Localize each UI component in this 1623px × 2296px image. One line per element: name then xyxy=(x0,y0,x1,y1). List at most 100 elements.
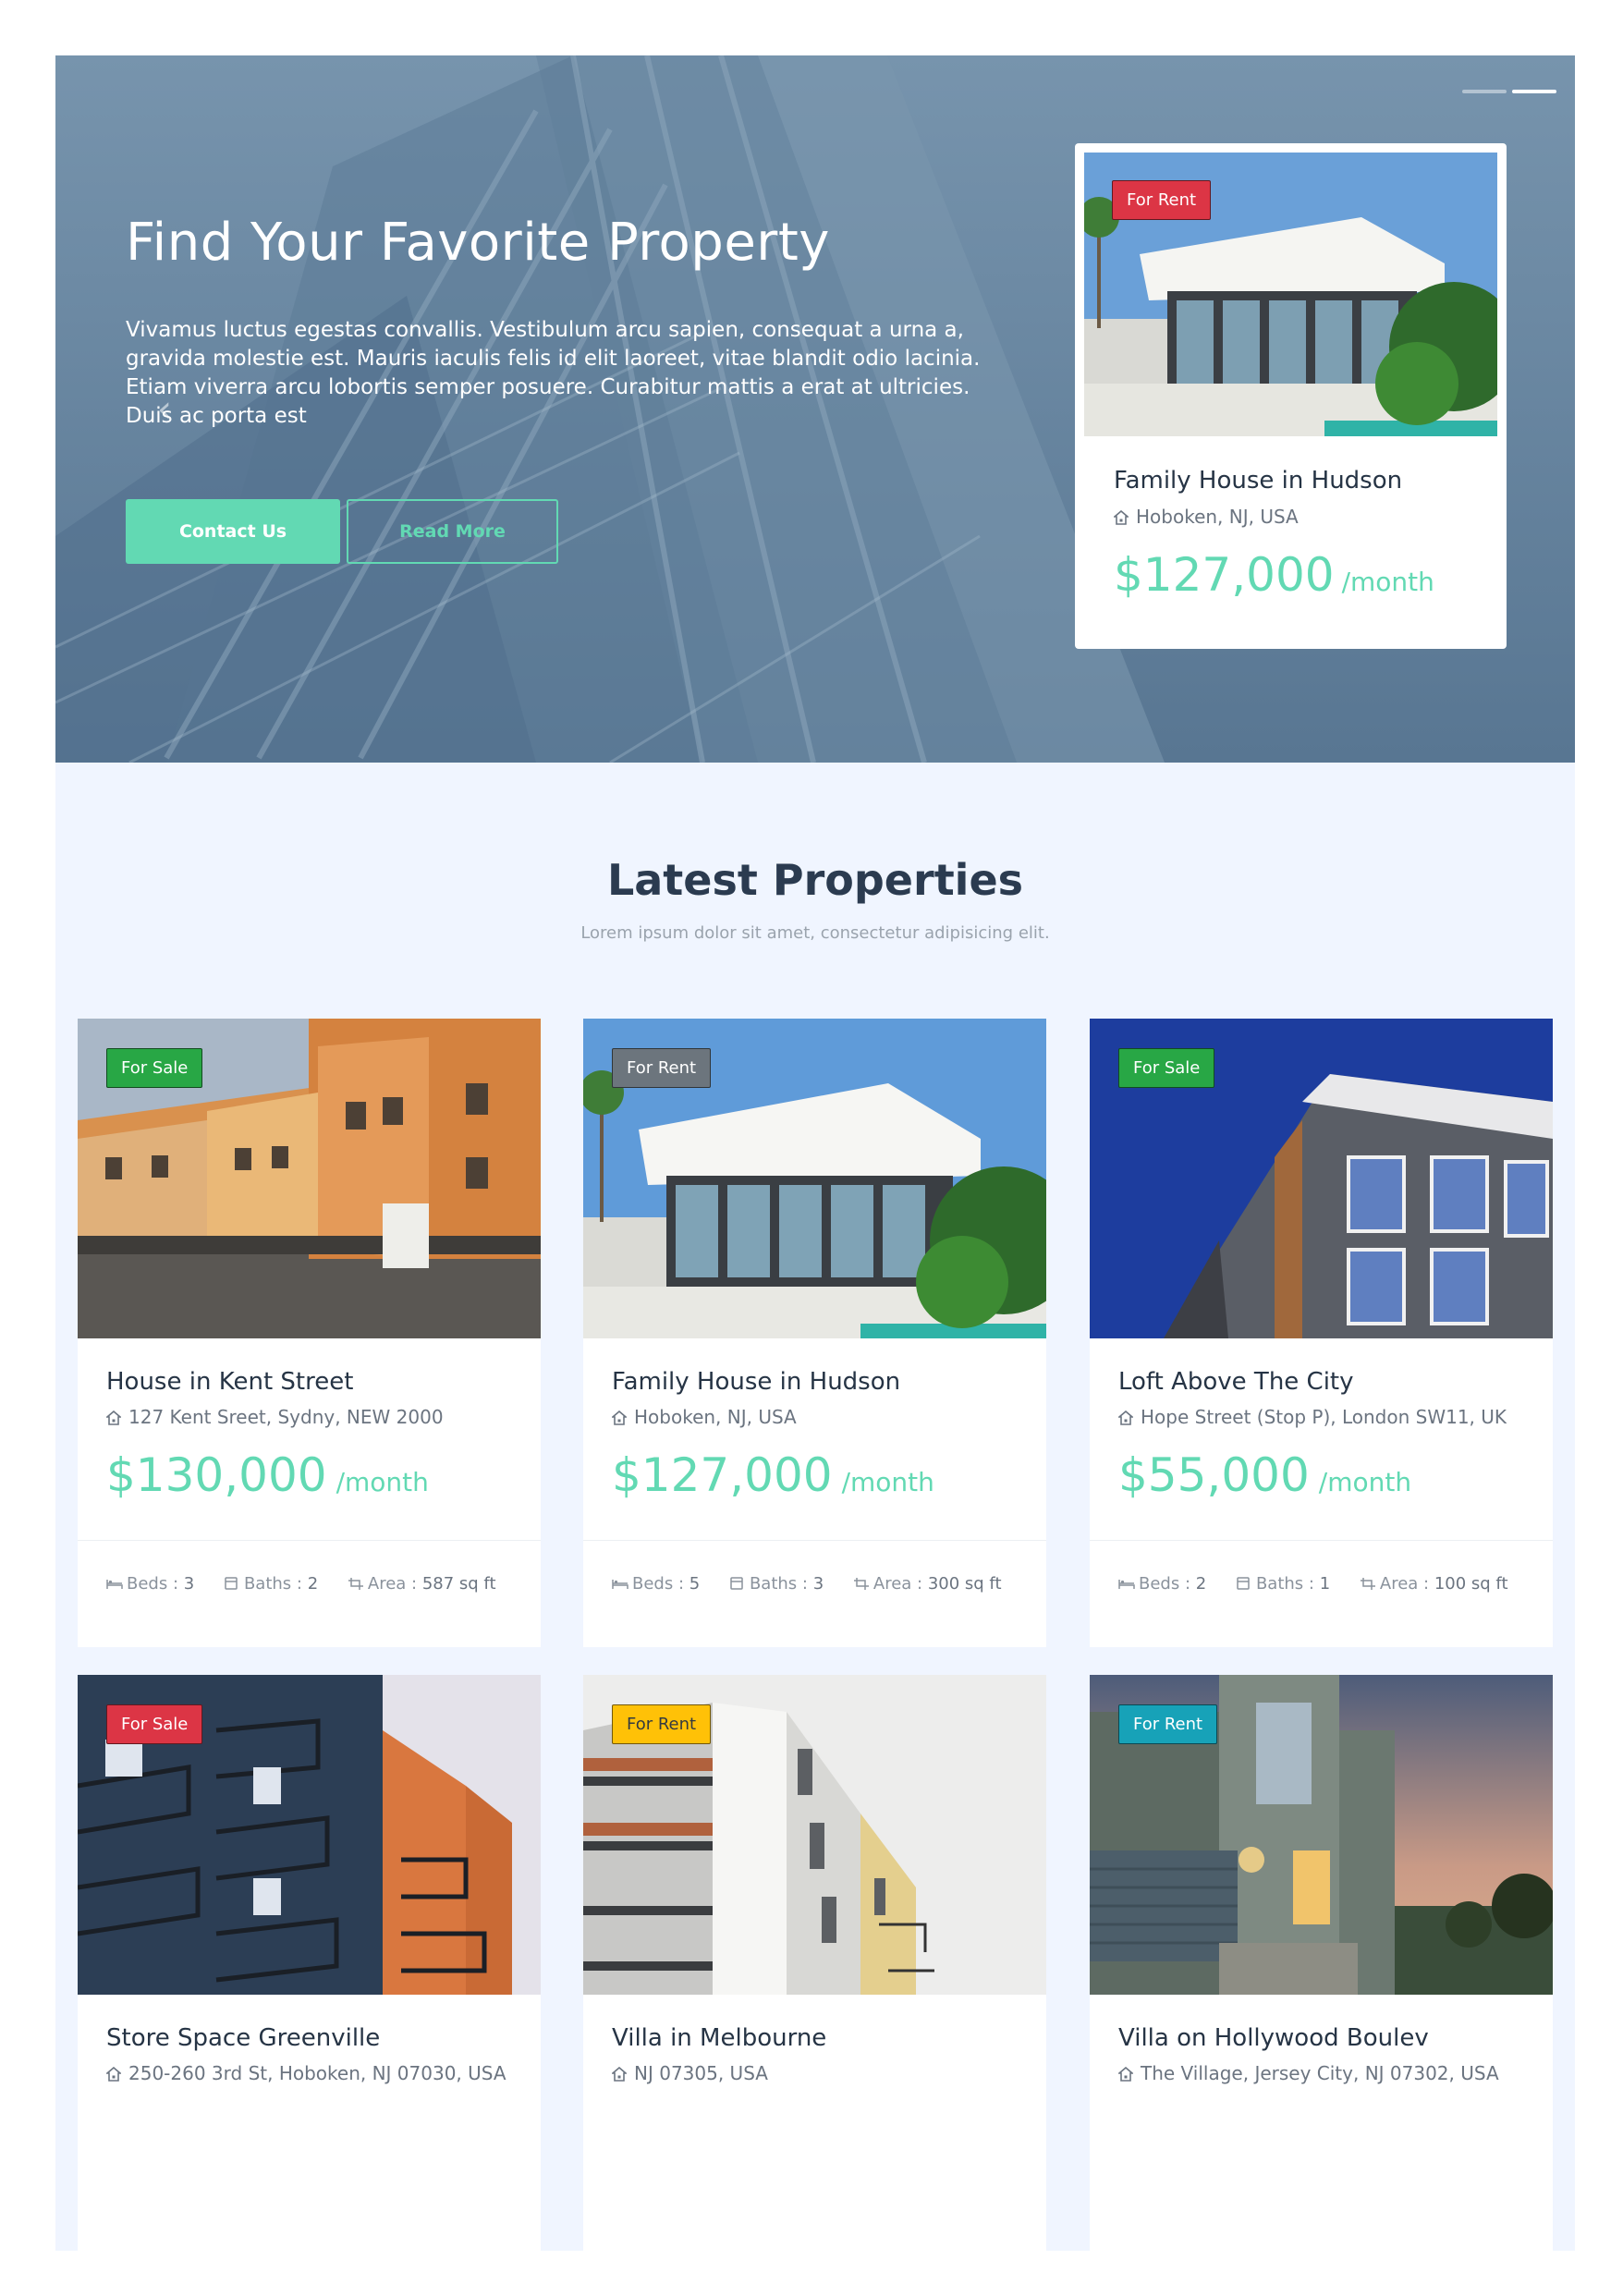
price-period: /month xyxy=(336,1467,429,1497)
property-location: NJ 07305, USA xyxy=(612,2061,1023,2086)
property-price: $55,000/month xyxy=(1118,1448,1411,1502)
property-image: For Sale xyxy=(1090,1019,1553,1338)
beds-feature: Beds : 5 xyxy=(612,1574,700,1594)
beds-value: 5 xyxy=(689,1574,701,1594)
featured-property-badge: For Rent xyxy=(1112,180,1212,220)
beds-feature: Beds : 3 xyxy=(106,1574,194,1594)
property-image: For Rent xyxy=(583,1675,1046,1995)
featured-price-amount: $127,000 xyxy=(1114,548,1335,602)
price-period: /month xyxy=(841,1467,934,1497)
home-icon xyxy=(106,1411,121,1425)
featured-price-period: /month xyxy=(1341,567,1434,597)
property-badge: For Rent xyxy=(612,1704,712,1744)
slider-indicators xyxy=(1457,79,1556,97)
baths-value: 3 xyxy=(812,1574,824,1594)
page: ‹ › Find Your Favorite Property Vivamus … xyxy=(0,0,1623,2296)
property-location: The Village, Jersey City, NJ 07302, USA xyxy=(1118,2061,1530,2086)
home-icon xyxy=(612,2067,627,2082)
contact-us-button[interactable]: Contact Us xyxy=(126,499,340,564)
featured-property-price: $127,000/month xyxy=(1114,548,1434,602)
beds-label: Beds xyxy=(1139,1574,1180,1594)
card-divider xyxy=(78,1540,541,1541)
property-badge: For Rent xyxy=(612,1048,712,1088)
price-period: /month xyxy=(1318,1467,1412,1497)
bath-icon xyxy=(1237,1577,1250,1590)
card-divider xyxy=(1090,1540,1553,1541)
slide-indicator-2[interactable] xyxy=(1512,90,1556,93)
property-title[interactable]: Store Space Greenville xyxy=(106,2024,380,2052)
area-icon xyxy=(853,1578,869,1590)
property-card[interactable]: For Rent Villa in Melbourne NJ 07305, US… xyxy=(583,1675,1046,2251)
featured-property-image: For Rent xyxy=(1084,153,1497,436)
area-feature: Area : 300 sq ft xyxy=(853,1574,1002,1594)
property-card[interactable]: For Rent Family House in Hudson Hoboken,… xyxy=(583,1019,1046,1647)
section-subtitle: Lorem ipsum dolor sit amet, consectetur … xyxy=(580,923,1050,943)
property-badge: For Rent xyxy=(1118,1704,1218,1744)
property-image: For Rent xyxy=(1090,1675,1553,1995)
property-title[interactable]: Villa in Melbourne xyxy=(612,2024,826,2052)
property-location: Hope Street (Stop P), London SW11, UK xyxy=(1118,1405,1530,1430)
featured-property-card[interactable]: For Rent Family House in Hudson Hoboken,… xyxy=(1075,143,1507,649)
home-icon xyxy=(1118,1411,1133,1425)
property-title[interactable]: Villa on Hollywood Boulev xyxy=(1118,2024,1429,2052)
baths-label: Baths xyxy=(749,1574,798,1594)
property-location-text: NJ 07305, USA xyxy=(634,2062,768,2084)
area-value: 587 sq ft xyxy=(421,1574,496,1594)
property-card[interactable]: For Sale Loft Above The City Hope Street… xyxy=(1090,1019,1553,1647)
property-image: For Sale xyxy=(78,1019,541,1338)
featured-property-location: Hoboken, NJ, USA xyxy=(1114,506,1299,528)
beds-feature: Beds : 2 xyxy=(1118,1574,1206,1594)
property-location-text: The Village, Jersey City, NJ 07302, USA xyxy=(1141,2062,1499,2084)
hero-title: Find Your Favorite Property xyxy=(126,213,830,273)
home-icon xyxy=(1114,510,1129,525)
baths-label: Baths xyxy=(243,1574,292,1594)
property-location: Hoboken, NJ, USA xyxy=(612,1405,1023,1430)
area-feature: Area : 587 sq ft xyxy=(348,1574,496,1594)
property-card[interactable]: For Sale House in Kent Street 127 Kent S… xyxy=(78,1019,541,1647)
featured-property-title[interactable]: Family House in Hudson xyxy=(1114,467,1402,495)
property-badge: For Sale xyxy=(106,1048,203,1088)
bath-icon xyxy=(730,1577,743,1590)
property-image: For Sale xyxy=(78,1675,541,1995)
latest-properties-section: Latest Properties Lorem ipsum dolor sit … xyxy=(55,763,1575,2251)
property-location: 127 Kent Sreet, Sydny, NEW 2000 xyxy=(106,1405,518,1430)
baths-feature: Baths : 2 xyxy=(224,1574,318,1594)
baths-feature: Baths : 1 xyxy=(1236,1574,1330,1594)
property-price: $130,000/month xyxy=(106,1448,429,1502)
property-title[interactable]: Loft Above The City xyxy=(1118,1368,1354,1396)
area-icon xyxy=(1360,1578,1375,1590)
section-title: Latest Properties xyxy=(606,855,1024,905)
property-title[interactable]: Family House in Hudson xyxy=(612,1368,900,1396)
property-location-text: 127 Kent Sreet, Sydny, NEW 2000 xyxy=(128,1406,444,1428)
bed-icon xyxy=(612,1580,628,1589)
area-feature: Area : 100 sq ft xyxy=(1360,1574,1508,1594)
property-location-text: Hoboken, NJ, USA xyxy=(634,1406,797,1428)
beds-label: Beds xyxy=(632,1574,674,1594)
property-badge: For Sale xyxy=(1118,1048,1215,1088)
property-title[interactable]: House in Kent Street xyxy=(106,1368,353,1396)
home-icon xyxy=(106,2067,121,2082)
bed-icon xyxy=(1118,1580,1135,1589)
baths-value: 2 xyxy=(307,1574,319,1594)
property-features: Beds : 3 Baths : 2 Area : 587 sq ft xyxy=(106,1566,522,1602)
slide-indicator-1[interactable] xyxy=(1462,90,1507,93)
area-label: Area xyxy=(367,1574,407,1594)
featured-property-location-text: Hoboken, NJ, USA xyxy=(1136,506,1299,528)
baths-label: Baths xyxy=(1255,1574,1304,1594)
property-image: For Rent xyxy=(583,1019,1046,1338)
property-card[interactable]: For Rent Villa on Hollywood Boulev The V… xyxy=(1090,1675,1553,2251)
price-amount: $127,000 xyxy=(612,1448,833,1502)
home-icon xyxy=(612,1411,627,1425)
area-value: 300 sq ft xyxy=(927,1574,1002,1594)
area-label: Area xyxy=(873,1574,912,1594)
home-icon xyxy=(1118,2067,1133,2082)
area-icon xyxy=(348,1578,363,1590)
property-location-text: Hope Street (Stop P), London SW11, UK xyxy=(1141,1406,1507,1428)
baths-value: 1 xyxy=(1319,1574,1331,1594)
read-more-button[interactable]: Read More xyxy=(347,499,558,564)
property-card[interactable]: For Sale Store Space Greenville 250-260 … xyxy=(78,1675,541,2251)
area-label: Area xyxy=(1379,1574,1419,1594)
card-divider xyxy=(583,1540,1046,1541)
property-badge: For Sale xyxy=(106,1704,203,1744)
beds-value: 2 xyxy=(1195,1574,1207,1594)
